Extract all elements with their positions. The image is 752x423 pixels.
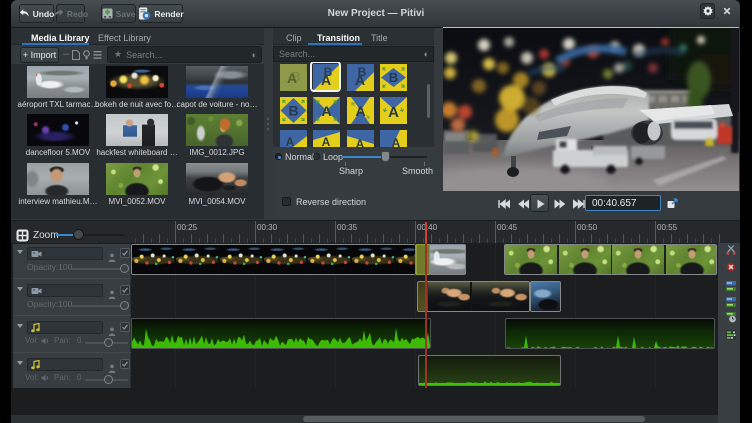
svg-text:A: A [392, 136, 401, 147]
svg-text:B: B [288, 103, 298, 119]
svg-text:A: A [322, 135, 331, 147]
svg-text:A: A [355, 72, 365, 88]
svg-text:A: A [286, 135, 295, 147]
svg-text:A: A [356, 137, 365, 147]
svg-text:B: B [389, 70, 398, 85]
svg-text:A: A [287, 70, 297, 86]
svg-text:A: A [355, 103, 365, 119]
svg-text:A: A [321, 103, 331, 119]
svg-text:A: A [388, 104, 399, 121]
